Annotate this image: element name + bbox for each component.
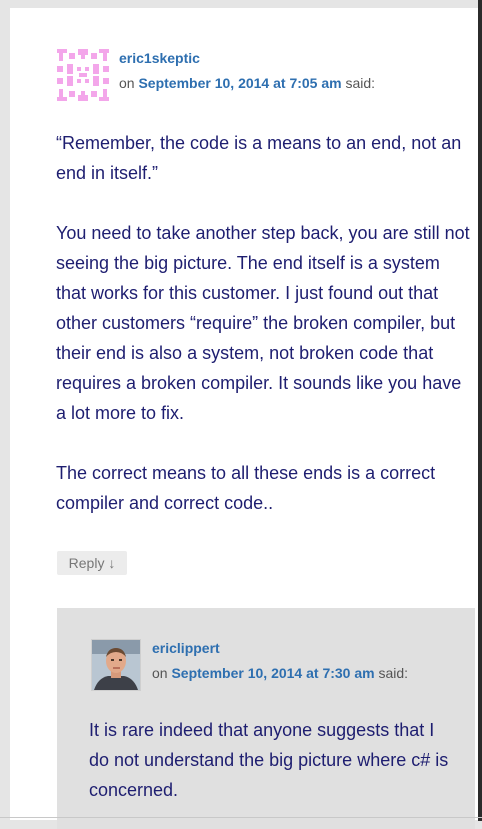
reply-date-link[interactable]: September 10, 2014 at 7:30 am [171, 665, 374, 681]
reply-meta: ericlippert on September 10, 2014 at 7:3… [152, 640, 408, 681]
comment-thread: eric1skeptic on September 10, 2014 at 7:… [10, 8, 478, 829]
on-label: on [152, 665, 168, 681]
said-label: said: [378, 665, 409, 681]
bottom-divider [0, 817, 482, 818]
identicon-avatar[interactable] [57, 49, 109, 101]
comment-date-link[interactable]: September 10, 2014 at 7:05 am [138, 75, 341, 91]
user-photo-avatar[interactable] [91, 639, 141, 691]
said-label: said: [345, 75, 376, 91]
reply-button[interactable]: Reply ↓ [57, 551, 127, 575]
comment-paragraph: “Remember, the code is a means to an end… [56, 133, 462, 183]
comment-meta: eric1skeptic on September 10, 2014 at 7:… [119, 50, 375, 91]
reply-date-line: on September 10, 2014 at 7:30 am said: [152, 665, 408, 681]
reply-body: It is rare indeed that anyone suggests t… [89, 715, 459, 805]
comment-date-line: on September 10, 2014 at 7:05 am said: [119, 75, 375, 91]
nested-reply: ericlippert on September 10, 2014 at 7:3… [57, 608, 475, 829]
reply-author-link[interactable]: ericlippert [152, 640, 220, 656]
on-label: on [119, 75, 135, 91]
comment-paragraph: The correct means to all these ends is a… [56, 463, 436, 513]
scrollbar-edge [478, 0, 482, 821]
reply-paragraph: It is rare indeed that anyone suggests t… [89, 720, 449, 800]
comment-paragraph: You need to take another step back, you … [56, 223, 470, 423]
comment-author-link[interactable]: eric1skeptic [119, 50, 200, 66]
comment-body: “Remember, the code is a means to an end… [56, 128, 471, 548]
